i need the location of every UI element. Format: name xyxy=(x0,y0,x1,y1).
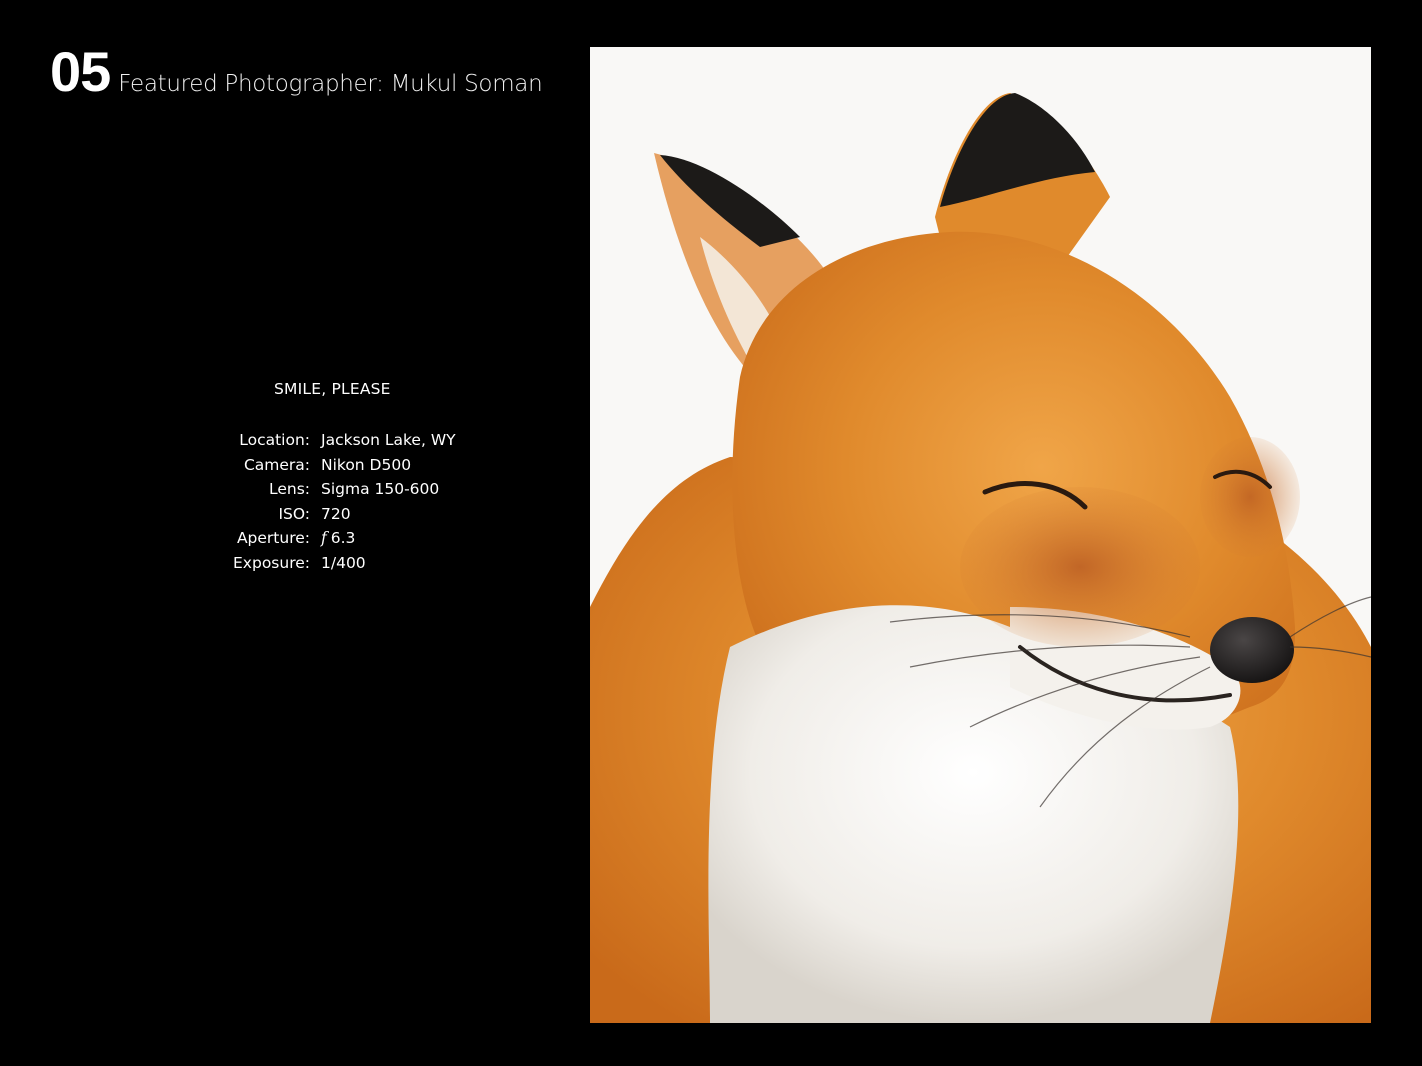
spec-value: Nikon D500 xyxy=(321,455,412,474)
spec-row-location: Location: Jackson Lake, WY xyxy=(220,428,456,453)
spec-value: 720 xyxy=(321,504,351,523)
page-header: 05 Featured Photographer: Mukul Soman xyxy=(50,40,543,104)
cheek-shading-right xyxy=(1200,437,1300,557)
fox-illustration xyxy=(590,47,1371,1023)
spec-label: Aperture: xyxy=(236,529,310,548)
spec-row-iso: ISO: 720 xyxy=(220,502,456,527)
photo-title: SMILE, PLEASE xyxy=(274,380,391,398)
fox-photo xyxy=(590,47,1371,1023)
page-number: 05 xyxy=(50,40,111,103)
spec-value: Sigma 150-600 xyxy=(321,480,440,499)
spec-row-camera: Camera: Nikon D500 xyxy=(220,453,456,478)
spec-label: Location: xyxy=(239,431,310,449)
spec-label: Camera: xyxy=(243,455,310,474)
spec-row-lens: Lens: Sigma 150-600 xyxy=(220,477,456,502)
page-title: Featured Photographer: Mukul Soman xyxy=(118,71,543,97)
photo-specs-table: Location: Jackson Lake, WY Camera: Nikon… xyxy=(220,428,456,576)
spec-value: 1/400 xyxy=(321,553,366,572)
spec-value: f 6.3 xyxy=(321,526,456,551)
cheek-shading xyxy=(960,487,1200,647)
aperture-value: 6.3 xyxy=(330,529,356,548)
spec-label: Exposure: xyxy=(233,553,310,572)
spec-row-exposure: Exposure: 1/400 xyxy=(220,551,456,576)
spec-label: ISO: xyxy=(278,504,310,523)
spec-row-aperture: Aperture: f 6.3 xyxy=(220,526,456,551)
spec-label: Lens: xyxy=(268,480,310,499)
aperture-f-symbol: f xyxy=(321,529,327,548)
spec-value: Jackson Lake, WY xyxy=(321,431,456,449)
fox-nose xyxy=(1210,617,1294,683)
